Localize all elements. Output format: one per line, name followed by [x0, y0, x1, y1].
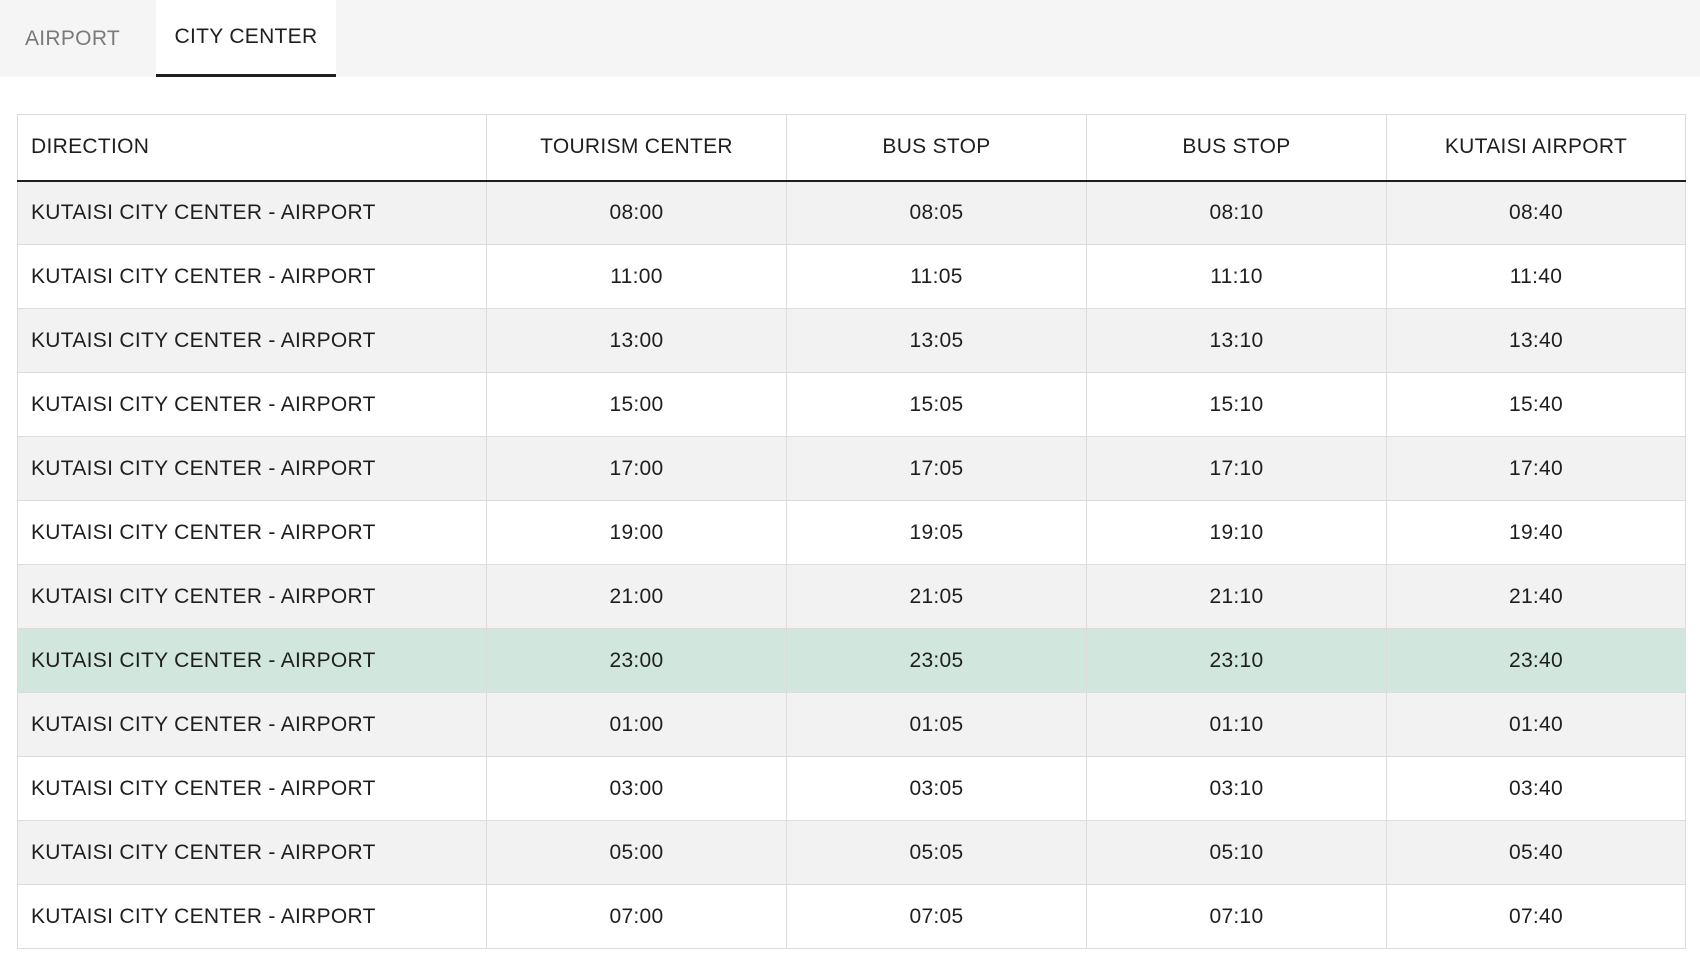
- time-cell: 07:05: [786, 884, 1087, 949]
- time-cell: 23:00: [486, 628, 787, 693]
- time-cell: 03:40: [1386, 756, 1686, 821]
- time-cell: 19:40: [1386, 500, 1686, 565]
- table-row: KUTAISI CITY CENTER - AIRPORT 13:00 13:05 1…: [17, 308, 1686, 373]
- time-cell: 08:00: [486, 180, 787, 245]
- table-row: KUTAISI CITY CENTER - AIRPORT 17:00 17:05 1…: [17, 436, 1686, 501]
- header-tourism-center: TOURISM CENTER: [486, 114, 787, 182]
- direction-cell: KUTAISI CITY CENTER - AIRPORT: [17, 692, 487, 757]
- time-cell: 01:05: [786, 692, 1087, 757]
- time-cell: 21:00: [486, 564, 787, 629]
- time-cell: 11:40: [1386, 244, 1686, 309]
- time-cell: 07:40: [1386, 884, 1686, 949]
- direction-cell: KUTAISI CITY CENTER - AIRPORT: [17, 244, 487, 309]
- time-cell: 01:00: [486, 692, 787, 757]
- table-row: KUTAISI CITY CENTER - AIRPORT 19:00 19:05 1…: [17, 500, 1686, 565]
- time-cell: 15:00: [486, 372, 787, 437]
- time-cell: 21:40: [1386, 564, 1686, 629]
- table-header-row: DIRECTION TOURISM CENTER BUS STOP BUS ST…: [17, 114, 1686, 182]
- header-kutaisi-airport: KUTAISI AIRPORT: [1386, 114, 1686, 182]
- time-cell: 11:00: [486, 244, 787, 309]
- time-cell: 19:05: [786, 500, 1087, 565]
- table-row: KUTAISI CITY CENTER - AIRPORT 08:00 08:05 0…: [17, 180, 1686, 245]
- tab-city-center[interactable]: CITY CENTER: [156, 0, 336, 77]
- time-cell: 15:05: [786, 372, 1087, 437]
- time-cell: 05:00: [486, 820, 787, 885]
- direction-cell: KUTAISI CITY CENTER - AIRPORT: [17, 500, 487, 565]
- time-cell: 17:05: [786, 436, 1087, 501]
- time-cell: 05:10: [1086, 820, 1387, 885]
- time-cell: 08:10: [1086, 180, 1387, 245]
- direction-cell: KUTAISI CITY CENTER - AIRPORT: [17, 628, 487, 693]
- table-row: KUTAISI CITY CENTER - AIRPORT 11:00 11:05 1…: [17, 244, 1686, 309]
- table-row: KUTAISI CITY CENTER - AIRPORT 15:00 15:05 1…: [17, 372, 1686, 437]
- header-direction: DIRECTION: [17, 114, 487, 182]
- time-cell: 11:05: [786, 244, 1087, 309]
- direction-cell: KUTAISI CITY CENTER - AIRPORT: [17, 820, 487, 885]
- table-row: KUTAISI CITY CENTER - AIRPORT 21:00 21:05 2…: [17, 564, 1686, 629]
- time-cell: 01:10: [1086, 692, 1387, 757]
- time-cell: 23:40: [1386, 628, 1686, 693]
- table-row: KUTAISI CITY CENTER - AIRPORT 01:00 01:05 0…: [17, 692, 1686, 757]
- time-cell: 08:05: [786, 180, 1087, 245]
- time-cell: 23:05: [786, 628, 1087, 693]
- table-row: KUTAISI CITY CENTER - AIRPORT 03:00 03:05 0…: [17, 756, 1686, 821]
- time-cell: 07:10: [1086, 884, 1387, 949]
- time-cell: 21:10: [1086, 564, 1387, 629]
- direction-cell: KUTAISI CITY CENTER - AIRPORT: [17, 372, 487, 437]
- time-cell: 03:10: [1086, 756, 1387, 821]
- time-cell: 15:40: [1386, 372, 1686, 437]
- schedule-table-container: DIRECTION TOURISM CENTER BUS STOP BUS ST…: [17, 114, 1686, 949]
- time-cell: 05:40: [1386, 820, 1686, 885]
- time-cell: 13:05: [786, 308, 1087, 373]
- table-row: KUTAISI CITY CENTER - AIRPORT 05:00 05:05 0…: [17, 820, 1686, 885]
- direction-cell: KUTAISI CITY CENTER - AIRPORT: [17, 564, 487, 629]
- time-cell: 17:10: [1086, 436, 1387, 501]
- time-cell: 17:00: [486, 436, 787, 501]
- tab-bar: AIRPORT CITY CENTER: [0, 0, 1700, 77]
- time-cell: 23:10: [1086, 628, 1387, 693]
- direction-cell: KUTAISI CITY CENTER - AIRPORT: [17, 308, 487, 373]
- time-cell: 13:40: [1386, 308, 1686, 373]
- time-cell: 11:10: [1086, 244, 1387, 309]
- header-bus-stop-2: BUS STOP: [1086, 114, 1387, 182]
- time-cell: 08:40: [1386, 180, 1686, 245]
- time-cell: 17:40: [1386, 436, 1686, 501]
- time-cell: 13:00: [486, 308, 787, 373]
- direction-cell: KUTAISI CITY CENTER - AIRPORT: [17, 756, 487, 821]
- time-cell: 03:00: [486, 756, 787, 821]
- header-bus-stop-1: BUS STOP: [786, 114, 1087, 182]
- tab-airport[interactable]: AIRPORT: [0, 0, 145, 77]
- time-cell: 19:00: [486, 500, 787, 565]
- time-cell: 19:10: [1086, 500, 1387, 565]
- time-cell: 13:10: [1086, 308, 1387, 373]
- table-row: KUTAISI CITY CENTER - AIRPORT 23:00 23:05 2…: [17, 628, 1686, 693]
- time-cell: 21:05: [786, 564, 1087, 629]
- table-row: KUTAISI CITY CENTER - AIRPORT 07:00 07:05 0…: [17, 884, 1686, 949]
- schedule-table: DIRECTION TOURISM CENTER BUS STOP BUS ST…: [17, 114, 1686, 949]
- direction-cell: KUTAISI CITY CENTER - AIRPORT: [17, 180, 487, 245]
- direction-cell: KUTAISI CITY CENTER - AIRPORT: [17, 436, 487, 501]
- time-cell: 03:05: [786, 756, 1087, 821]
- table-body: KUTAISI CITY CENTER - AIRPORT 08:00 08:05 0…: [17, 180, 1686, 949]
- direction-cell: KUTAISI CITY CENTER - AIRPORT: [17, 884, 487, 949]
- time-cell: 15:10: [1086, 372, 1387, 437]
- time-cell: 05:05: [786, 820, 1087, 885]
- time-cell: 07:00: [486, 884, 787, 949]
- time-cell: 01:40: [1386, 692, 1686, 757]
